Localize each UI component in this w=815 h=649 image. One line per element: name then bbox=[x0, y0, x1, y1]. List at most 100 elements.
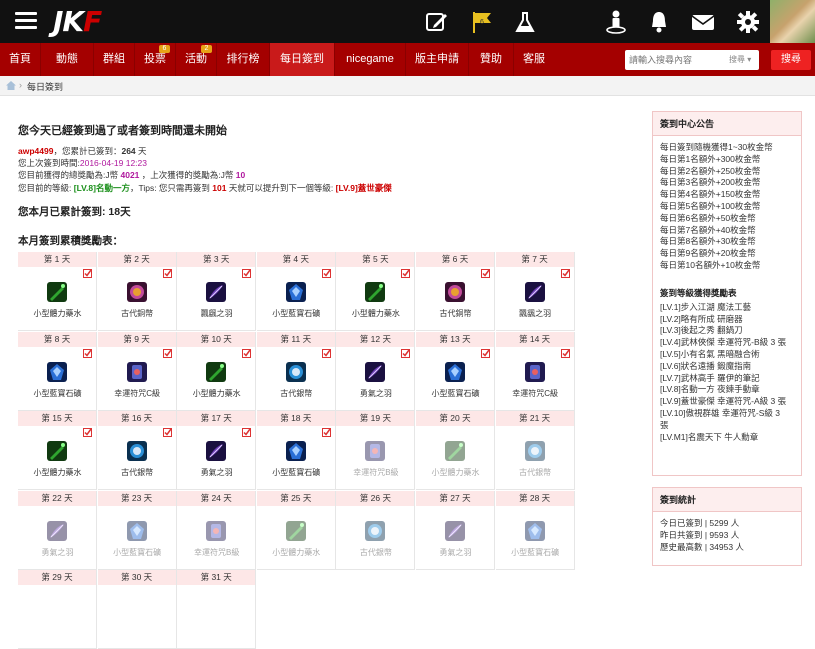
reward-day-label: 第 19 天 bbox=[336, 411, 415, 427]
signed-check-icon bbox=[162, 269, 172, 278]
reward-day-label: 第 15 天 bbox=[18, 411, 96, 427]
nav-item-vote[interactable]: 投票 6 bbox=[135, 43, 175, 76]
level-reward-item: [LV.10]傲視群雄 幸運符咒-S級 3 bbox=[660, 407, 780, 418]
nav-item-moderator-apply[interactable]: 版主申請 bbox=[406, 43, 468, 76]
user-icon[interactable] bbox=[603, 9, 629, 35]
reward-day-label: 第 21 天 bbox=[495, 411, 574, 427]
search-button[interactable]: 搜尋 bbox=[771, 50, 811, 70]
level-reward-item: [LV.8]名動一方 夜鍊手動章 bbox=[660, 384, 760, 395]
reward-cell: 第 15 天小型體力藥水 bbox=[18, 411, 97, 491]
feather-icon bbox=[47, 520, 67, 541]
reward-item-name: 幸運符咒C級 bbox=[114, 388, 160, 398]
nav-item-support[interactable]: 客服 bbox=[514, 43, 554, 76]
gear-icon[interactable] bbox=[735, 9, 761, 35]
reward-item-name: 古代銀幣 bbox=[359, 547, 392, 557]
signed-check-icon bbox=[560, 348, 570, 358]
flag-button[interactable]: 6 bbox=[469, 9, 495, 35]
status-heading: 您今天已經簽到過了或者簽到時間還未開始 bbox=[18, 125, 227, 137]
reward-day-label: 第 6 天 bbox=[416, 252, 494, 267]
events-badge: 2 bbox=[201, 45, 212, 53]
search-scope-select[interactable]: 搜尋 ▾ bbox=[729, 52, 751, 68]
hamburger-icon[interactable] bbox=[15, 12, 37, 30]
compose-icon[interactable] bbox=[424, 9, 450, 35]
reward-day-label: 第 10 天 bbox=[177, 331, 256, 347]
level-line: 您目前的等級: [LV.8]名動一方，Tips: 您只需再簽到 101 天就可以… bbox=[18, 183, 392, 193]
nav-item-sponsor[interactable]: 贊助 bbox=[469, 43, 513, 76]
feather-icon bbox=[206, 282, 227, 302]
nav-item-ranking[interactable]: 排行榜 bbox=[217, 43, 269, 76]
level-need: 101 bbox=[212, 183, 227, 193]
reward-cell: 第 2 天古代銅幣 bbox=[97, 252, 177, 331]
signed-check-icon bbox=[83, 269, 92, 278]
notice-item: 每日第5名額外+100枚金幣 bbox=[660, 200, 761, 211]
nav-item-home[interactable]: 首頁 bbox=[0, 43, 40, 76]
reward-item-name: 小型體力藥水 bbox=[192, 388, 241, 398]
notice-item: 每日第1名額外+300枚金幣 bbox=[660, 153, 761, 164]
ore-icon bbox=[285, 441, 306, 462]
bell-icon[interactable] bbox=[646, 9, 672, 35]
avatar[interactable] bbox=[770, 0, 815, 43]
notice-list: 每日簽到隨機獲得1~30枚金幣 每日第1名額外+300枚金幣 每日第2名額外+250… bbox=[653, 142, 801, 272]
reward-cell: 第 16 天古代銀幣 bbox=[97, 411, 177, 491]
reward-cell: 第 18 天小型藍寶石礦 bbox=[256, 411, 336, 491]
reward-item-name: 古代銀幣 bbox=[519, 468, 552, 478]
username[interactable]: awp4499 bbox=[18, 146, 53, 156]
signed-check-icon bbox=[321, 269, 331, 278]
level-reward-item: [LV.7]武林高手 羅伊的筆記 bbox=[660, 372, 760, 383]
silver-coin-icon bbox=[126, 441, 147, 462]
reward-day-label: 第 5 天 bbox=[336, 252, 415, 267]
reward-cell: 第 14 天幸運符咒C級 bbox=[495, 331, 575, 411]
reward-item-name: 古代銀幣 bbox=[280, 388, 313, 398]
stats-item: 昨日共簽到 | 9593 人 bbox=[660, 529, 740, 540]
ore-icon bbox=[126, 520, 147, 541]
level-reward-item: [LV.1]步入江湖 魔法工藝 bbox=[660, 301, 752, 312]
breadcrumb-current: 每日簽到 bbox=[27, 82, 64, 92]
reward-day-label: 第 12 天 bbox=[336, 331, 415, 347]
reward-item-name: 小型藍寶石礦 bbox=[511, 547, 560, 557]
notice-item: 每日簽到隨機獲得1~30枚金幣 bbox=[660, 142, 773, 152]
signed-check-icon bbox=[83, 348, 92, 358]
potion-icon bbox=[206, 361, 227, 382]
home-icon[interactable] bbox=[6, 81, 16, 90]
reward-cell: 第 13 天小型藍寶石礦 bbox=[416, 331, 495, 411]
mail-icon[interactable] bbox=[690, 9, 716, 35]
flask-icon[interactable] bbox=[512, 9, 538, 35]
signed-check-icon bbox=[83, 428, 92, 438]
feather-icon bbox=[206, 441, 227, 462]
reward-item-name: 古代銅幣 bbox=[439, 309, 472, 318]
nav-item-groups[interactable]: 群組 bbox=[94, 43, 134, 76]
notice-item: 每日第6名額外+50枚金幣 bbox=[660, 212, 756, 223]
reward-cell: 第 28 天小型藍寶石礦 bbox=[495, 490, 575, 570]
silver-coin-icon bbox=[524, 441, 545, 462]
potion-icon bbox=[445, 441, 465, 462]
reward-cell: 第 24 天幸運符咒B級 bbox=[177, 490, 257, 570]
reward-day-label: 第 16 天 bbox=[97, 411, 176, 427]
site-logo[interactable]: JKF bbox=[53, 6, 102, 38]
top-bar: JKF 6 bbox=[0, 0, 815, 43]
level-reward-item: [LV.M1]名震天下 牛人勳章 bbox=[660, 431, 759, 442]
reward-last: 10 bbox=[235, 170, 246, 180]
reward-item-name: 小型藍寶石礦 bbox=[272, 468, 321, 478]
notice-item: 每日第3名額外+200枚金幣 bbox=[660, 177, 761, 188]
reward-item-name: 飄颻之羽 bbox=[519, 309, 552, 318]
nav-item-daily-signin[interactable]: 每日簽到 bbox=[270, 43, 334, 76]
reward-day-label: 第 4 天 bbox=[256, 252, 335, 267]
nav-item-feed[interactable]: 動態 bbox=[41, 43, 93, 76]
reward-cell: 第 9 天幸運符咒C級 bbox=[97, 331, 177, 411]
nav-item-events[interactable]: 活動 2 bbox=[176, 43, 216, 76]
reward-item-name: 幸運符咒B級 bbox=[353, 468, 399, 478]
level-reward-item: [LV.5]小有名氣 黑暗融合術 bbox=[660, 348, 760, 359]
reward-item-name: 小型體力藥水 bbox=[33, 468, 82, 478]
reward-day-label: 第 26 天 bbox=[336, 490, 415, 506]
reward-cell: 第 4 天小型藍寶石礦 bbox=[256, 252, 336, 331]
reward-day-label: 第 22 天 bbox=[18, 490, 96, 506]
silver-coin-icon bbox=[285, 361, 306, 382]
reward-item-name: 古代銅幣 bbox=[121, 309, 154, 318]
nav-item-nicegame[interactable]: nicegame bbox=[335, 43, 405, 76]
reward-day-label: 第 8 天 bbox=[18, 331, 96, 347]
reward-day-label: 第 17 天 bbox=[177, 411, 256, 427]
reward-day-label: 第 7 天 bbox=[495, 252, 574, 267]
coin-icon bbox=[445, 282, 465, 302]
notice-item: 每日第4名額外+150枚金幣 bbox=[660, 189, 761, 200]
feather-icon bbox=[445, 520, 465, 541]
